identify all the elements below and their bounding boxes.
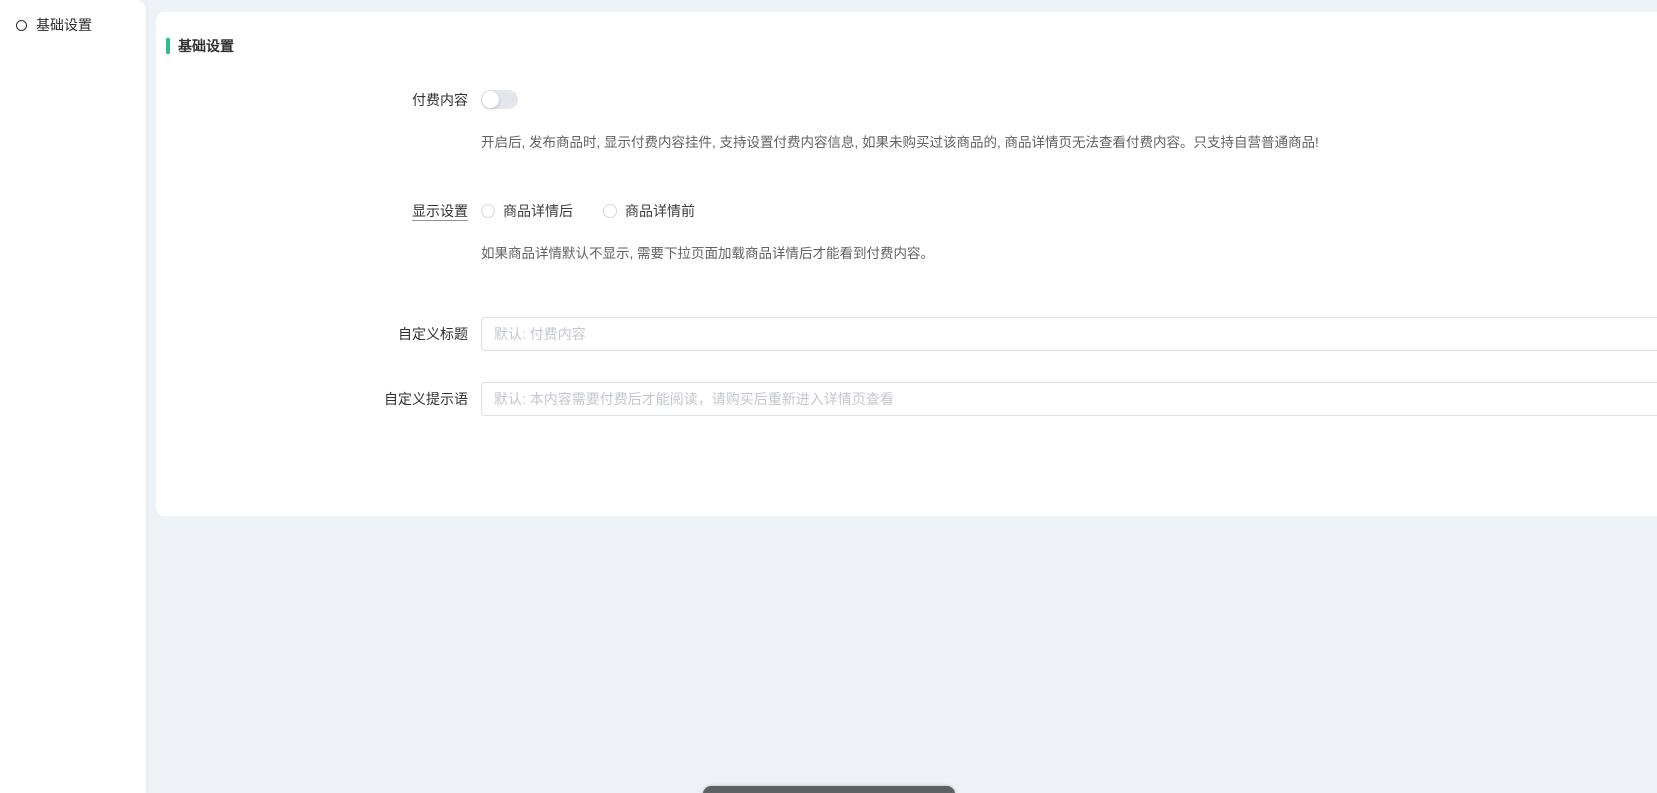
- sidebar: 基础设置: [0, 0, 146, 793]
- settings-form: 付费内容 开启后, 发布商品时, 显示付费内容挂件, 支持设置付费内容信息, 如…: [156, 90, 1657, 416]
- settings-panel: 基础设置 付费内容 开启后, 发布商品时, 显示付费内容挂件, 支持设置付费内容…: [156, 12, 1657, 516]
- radio-icon: [481, 204, 495, 218]
- paid-content-toggle[interactable]: [481, 90, 518, 109]
- toggle-knob: [482, 91, 499, 108]
- page-title: 基础设置: [178, 36, 234, 56]
- display-setting-description: 如果商品详情默认不显示, 需要下拉页面加载商品详情后才能看到付费内容。: [481, 245, 934, 263]
- bottom-action-bar-peek[interactable]: [703, 786, 955, 793]
- radio-icon: [603, 204, 617, 218]
- sidebar-item-basic-settings[interactable]: 基础设置: [0, 0, 146, 50]
- radio-label: 商品详情后: [503, 201, 573, 221]
- display-setting-label: 显示设置: [156, 201, 481, 221]
- custom-prompt-label: 自定义提示语: [156, 382, 481, 416]
- title-accent-bar: [166, 38, 170, 54]
- custom-title-label: 自定义标题: [156, 317, 481, 351]
- display-setting-description-row: 如果商品详情默认不显示, 需要下拉页面加载商品详情后才能看到付费内容。: [156, 245, 1657, 263]
- custom-prompt-input[interactable]: [481, 382, 1657, 416]
- radio-option-before-detail[interactable]: 商品详情前: [603, 201, 695, 221]
- paid-content-description-row: 开启后, 发布商品时, 显示付费内容挂件, 支持设置付费内容信息, 如果未购买过…: [156, 134, 1657, 152]
- custom-title-input[interactable]: [481, 317, 1657, 351]
- sidebar-item-label: 基础设置: [36, 15, 92, 35]
- paid-content-description: 开启后, 发布商品时, 显示付费内容挂件, 支持设置付费内容信息, 如果未购买过…: [481, 134, 1319, 152]
- page: 基础设置 基础设置 付费内容 开启后, 发布商品时, 显示: [0, 0, 1657, 793]
- display-setting-row: 显示设置 商品详情后 商品详情前: [156, 201, 1657, 221]
- display-setting-radio-group: 商品详情后 商品详情前: [481, 201, 725, 221]
- custom-prompt-row: 自定义提示语: [156, 382, 1657, 416]
- panel-title-row: 基础设置: [156, 12, 1657, 56]
- paid-content-label: 付费内容: [156, 90, 481, 110]
- radio-circle-icon: [16, 20, 27, 31]
- paid-content-row: 付费内容: [156, 90, 1657, 110]
- radio-option-after-detail[interactable]: 商品详情后: [481, 201, 573, 221]
- custom-title-row: 自定义标题: [156, 317, 1657, 351]
- radio-label: 商品详情前: [625, 201, 695, 221]
